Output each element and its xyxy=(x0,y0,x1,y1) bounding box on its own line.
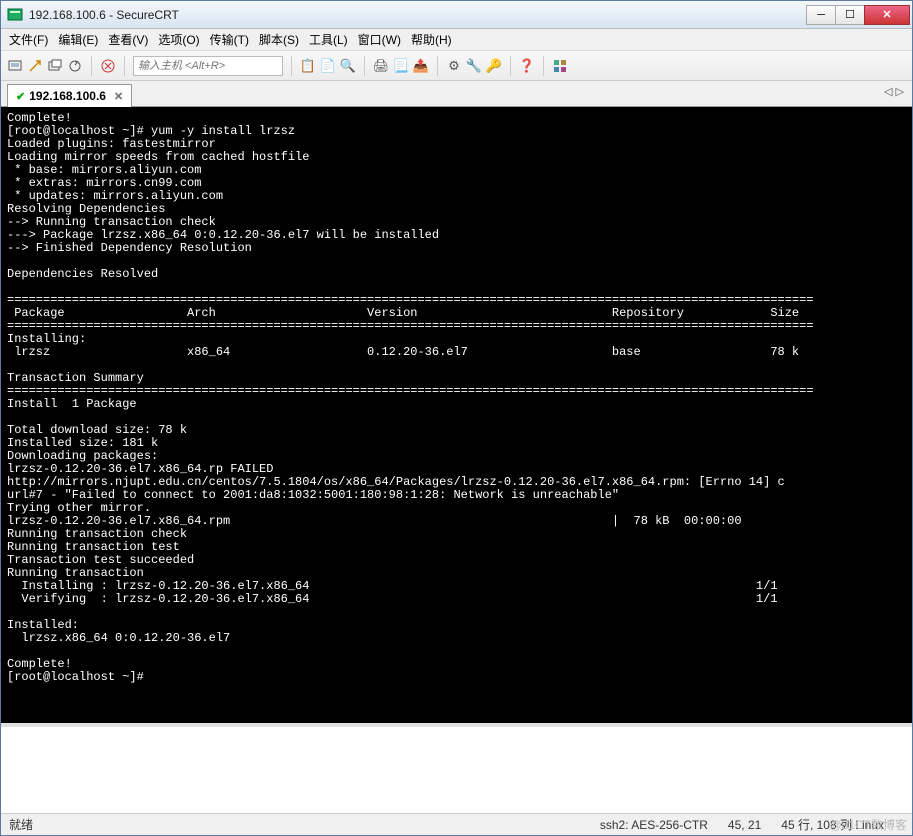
menu-tools[interactable]: 工具(L) xyxy=(309,31,348,48)
status-ready: 就绪 xyxy=(9,816,33,833)
menu-window[interactable]: 窗口(W) xyxy=(358,31,401,48)
toolbar-separator xyxy=(364,56,365,76)
host-input[interactable] xyxy=(133,56,283,76)
tab-next-icon[interactable]: ▷ xyxy=(896,86,904,98)
copy-icon[interactable]: 📋 xyxy=(300,58,316,74)
window-title: 192.168.100.6 - SecureCRT xyxy=(29,8,807,22)
disconnect-icon[interactable] xyxy=(100,58,116,74)
minimize-button[interactable]: ─ xyxy=(806,5,836,25)
key-icon[interactable]: 🔑 xyxy=(486,58,502,74)
log-icon[interactable]: 📃 xyxy=(393,58,409,74)
tab-prev-icon[interactable]: ◁ xyxy=(884,86,892,98)
statusbar: 就绪 ssh2: AES-256-CTR 45, 21 45 行, 108 列 … xyxy=(1,813,912,835)
tools-icon[interactable]: 🔧 xyxy=(466,58,482,74)
reconnect-icon[interactable] xyxy=(67,58,83,74)
menu-file[interactable]: 文件(F) xyxy=(9,31,48,48)
menu-help[interactable]: 帮助(H) xyxy=(411,31,452,48)
command-pane[interactable] xyxy=(1,723,912,813)
terminal-output[interactable]: Complete! [root@localhost ~]# yum -y ins… xyxy=(1,107,912,723)
tabbar: ✔ 192.168.100.6 ✕ ◁ ▷ xyxy=(1,81,912,107)
toolbar-separator xyxy=(437,56,438,76)
menu-edit[interactable]: 编辑(E) xyxy=(58,31,98,48)
maximize-button[interactable]: ☐ xyxy=(835,5,865,25)
properties-icon[interactable]: ⚙ xyxy=(446,58,462,74)
menu-view[interactable]: 查看(V) xyxy=(108,31,148,48)
toolbar-separator xyxy=(91,56,92,76)
toolbar-separator xyxy=(291,56,292,76)
print-icon[interactable]: 🖨 xyxy=(373,58,389,74)
menu-transfer[interactable]: 传输(T) xyxy=(210,31,249,48)
watermark: @51CT数博客 xyxy=(829,816,907,833)
toolbar-separator xyxy=(124,56,125,76)
quick-connect-icon[interactable] xyxy=(27,58,43,74)
menu-script[interactable]: 脚本(S) xyxy=(259,31,299,48)
menubar: 文件(F) 编辑(E) 查看(V) 选项(O) 传输(T) 脚本(S) 工具(L… xyxy=(1,29,912,51)
toolbar: 📋 📄 🔍 🖨 📃 📤 ⚙ 🔧 🔑 ❓ xyxy=(1,51,912,81)
status-ssh: ssh2: AES-256-CTR xyxy=(600,818,708,832)
tab-new-icon[interactable] xyxy=(47,58,63,74)
tab-close-icon[interactable]: ✕ xyxy=(114,90,123,103)
menu-options[interactable]: 选项(O) xyxy=(158,31,199,48)
toolbar-separator xyxy=(510,56,511,76)
sessions-icon[interactable] xyxy=(552,58,568,74)
tab-label: 192.168.100.6 xyxy=(29,89,106,103)
titlebar: 192.168.100.6 - SecureCRT ─ ☐ ✕ xyxy=(1,1,912,29)
status-cursor: 45, 21 xyxy=(728,818,761,832)
help-icon[interactable]: ❓ xyxy=(519,58,535,74)
find-icon[interactable]: 🔍 xyxy=(340,58,356,74)
session-tab[interactable]: ✔ 192.168.100.6 ✕ xyxy=(7,84,132,107)
paste-icon[interactable]: 📄 xyxy=(320,58,336,74)
connected-check-icon: ✔ xyxy=(16,90,25,103)
send-icon[interactable]: 📤 xyxy=(413,58,429,74)
app-icon xyxy=(7,7,23,23)
connect-icon[interactable] xyxy=(7,58,23,74)
close-button[interactable]: ✕ xyxy=(864,5,910,25)
toolbar-separator xyxy=(543,56,544,76)
